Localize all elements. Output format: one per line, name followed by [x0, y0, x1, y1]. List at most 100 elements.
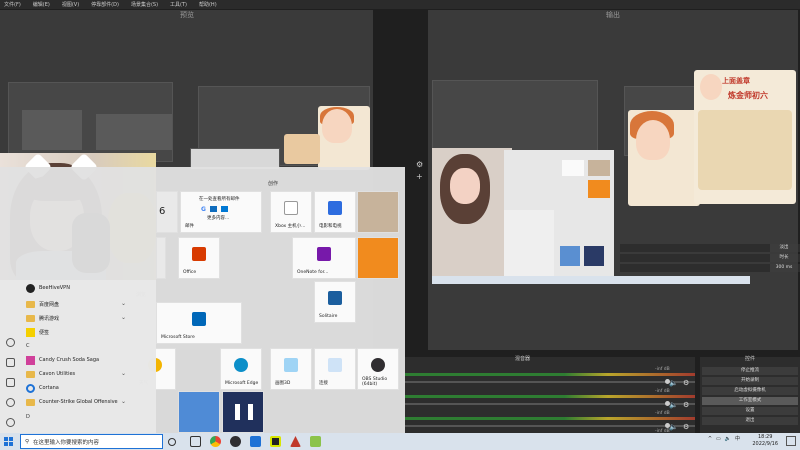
stop-streaming-button[interactable]: 停止推流 [702, 367, 798, 375]
network-icon[interactable]: ▭ [716, 436, 721, 442]
obs-icon [371, 358, 385, 372]
app-taskbar-icon[interactable] [310, 436, 321, 447]
app-taskbar-icon[interactable] [290, 436, 301, 447]
letter-header-d[interactable]: D [26, 414, 30, 420]
program-sticker-overlay [628, 110, 700, 206]
speaker-icon[interactable]: 🔈 [669, 423, 678, 431]
app-candy-crush[interactable]: Candy Crush Soda Saga [26, 354, 99, 366]
tile-outlook-promo[interactable]: 在一处查看所有邮件 G 更多内容... 邮件 [180, 191, 262, 233]
program-title: 输出 [606, 11, 620, 19]
vpn-icon [26, 283, 35, 293]
app-taskbar-icon[interactable] [250, 436, 261, 447]
tile-paint3d-label: 画图3D [275, 381, 291, 386]
speaker-icon[interactable]: 🔈 [669, 379, 678, 387]
gear-icon[interactable]: ⚙ [683, 379, 689, 387]
app-folder-cavon[interactable]: Cavon Utilities [26, 368, 75, 380]
cortana-circle-icon[interactable] [168, 438, 176, 446]
tile-obs[interactable]: OBS Studio (64bit) [357, 348, 399, 390]
tile-dolby[interactable] [222, 391, 264, 433]
tile-game-art[interactable] [357, 191, 399, 233]
power-icon[interactable] [6, 418, 15, 427]
start-app-list: BeeHiveVPN 百度网盘 ⌄ 腾讯游戏 ⌄ 便签 C Candy Crus… [0, 280, 156, 433]
nested-preview-inner [22, 110, 82, 150]
start-rail [0, 280, 22, 433]
transition-add-icon[interactable]: + [416, 172, 423, 181]
exit-button[interactable]: 退出 [702, 417, 798, 425]
chevron-down-icon[interactable]: ⌄ [121, 314, 126, 321]
tile-partial[interactable] [156, 237, 166, 279]
chevron-down-icon[interactable]: ⌄ [121, 370, 126, 377]
channel-fader[interactable] [405, 403, 695, 405]
solitaire-icon [328, 291, 342, 305]
menu-help[interactable]: 帮助(H) [199, 1, 217, 8]
tile-store[interactable]: Microsoft Store [156, 302, 242, 344]
group-create-label: 创作 [268, 181, 279, 187]
tile-connect[interactable]: 连接 [314, 348, 356, 390]
tile-paint3d[interactable]: 画图3D [270, 348, 312, 390]
tile-game-logo[interactable] [357, 237, 399, 279]
studio-mode-button[interactable]: 工作室模式 [702, 397, 798, 405]
ime-indicator[interactable]: 中 [735, 435, 740, 442]
task-view-icon[interactable] [190, 436, 201, 447]
settings-button[interactable]: 设置 [702, 407, 798, 415]
photos-badge-number: 6 [159, 206, 166, 217]
transition-duration-input[interactable]: 300 ms [770, 264, 798, 272]
tile-xbox-label: Xbox 主机小... [275, 224, 306, 229]
movies-icon [328, 201, 342, 215]
app-folder-tencent[interactable]: 腾讯游戏 [26, 312, 59, 324]
gear-icon[interactable]: ⚙ [683, 423, 689, 431]
menu-view[interactable]: 视图(V) [62, 1, 79, 8]
start-recording-button[interactable]: 开始录制 [702, 377, 798, 385]
app-beehivevpn[interactable]: BeeHiveVPN [26, 282, 70, 294]
letter-header-c[interactable]: C [26, 343, 30, 349]
tile-onenote[interactable]: OneNote for... [292, 237, 356, 279]
app-cortana[interactable]: Cortana [26, 382, 59, 394]
tile-office[interactable]: Office [178, 237, 220, 279]
transition-gear-icon[interactable]: ⚙ [416, 160, 423, 169]
menu-edit[interactable]: 编辑(E) [33, 1, 50, 8]
menu-docks[interactable]: 停靠部件(D) [91, 1, 119, 8]
settings-gear-icon[interactable] [6, 398, 15, 407]
document-icon[interactable] [6, 358, 15, 367]
user-icon[interactable] [6, 338, 15, 347]
app-notes[interactable]: 便签 [26, 326, 49, 338]
taskbar-clock[interactable]: 18:29 2022/9/16 [752, 434, 778, 448]
menu-tools[interactable]: 工具(T) [170, 1, 187, 8]
app-folder-baidu[interactable]: 百度网盘 [26, 298, 59, 310]
menu-scene-collection[interactable]: 场景集合(S) [131, 1, 158, 8]
transition-type-select[interactable]: 淡出 [770, 244, 798, 252]
app-taskbar-icon[interactable] [270, 436, 281, 447]
onenote-icon [317, 247, 331, 261]
search-placeholder: 在这里输入你要搜索的内容 [33, 439, 100, 446]
tile-xbox[interactable]: Xbox 主机小... [270, 191, 312, 233]
controls-title: 控件 [744, 356, 755, 362]
chevron-up-icon[interactable]: ^ [708, 436, 712, 442]
chevron-down-icon[interactable]: ⌄ [121, 300, 126, 307]
cortana-icon [26, 383, 35, 393]
sticker-line1: 上面盖章 [722, 77, 750, 85]
obs-taskbar-icon[interactable] [230, 436, 241, 447]
volume-icon[interactable]: 🔈 [725, 436, 731, 442]
tile-movies[interactable]: 电影和电视 [314, 191, 356, 233]
taskbar-search-box[interactable]: ⚲ 在这里输入你要搜索的内容 [20, 434, 163, 449]
tile-edge[interactable]: Microsoft Edge [220, 348, 262, 390]
notification-icon[interactable] [786, 436, 796, 446]
program-panel[interactable]: 上面盖章 炼金师初六 [428, 10, 798, 350]
tile-photos[interactable]: 6 [156, 191, 178, 233]
start-button[interactable] [0, 433, 16, 450]
app-folder-csgo[interactable]: Counter-Strike Global Offensive [26, 396, 118, 408]
channel-db-label: -inf dB [655, 367, 670, 372]
channel-fader[interactable] [405, 425, 695, 427]
tile-disney[interactable] [178, 391, 220, 433]
virtual-camera-button[interactable]: 启动虚拟摄像机 [702, 387, 798, 395]
nested-preview-inner [96, 114, 172, 150]
channel-meter [405, 417, 695, 420]
channel-fader[interactable] [405, 381, 695, 383]
chevron-down-icon[interactable]: ⌄ [121, 398, 126, 405]
gear-icon[interactable]: ⚙ [683, 401, 689, 409]
pictures-icon[interactable] [6, 378, 15, 387]
menu-file[interactable]: 文件(F) [4, 1, 21, 8]
speaker-icon[interactable]: 🔈 [669, 401, 678, 409]
chrome-icon[interactable] [210, 436, 221, 447]
tile-solitaire[interactable]: Solitaire [314, 281, 356, 323]
